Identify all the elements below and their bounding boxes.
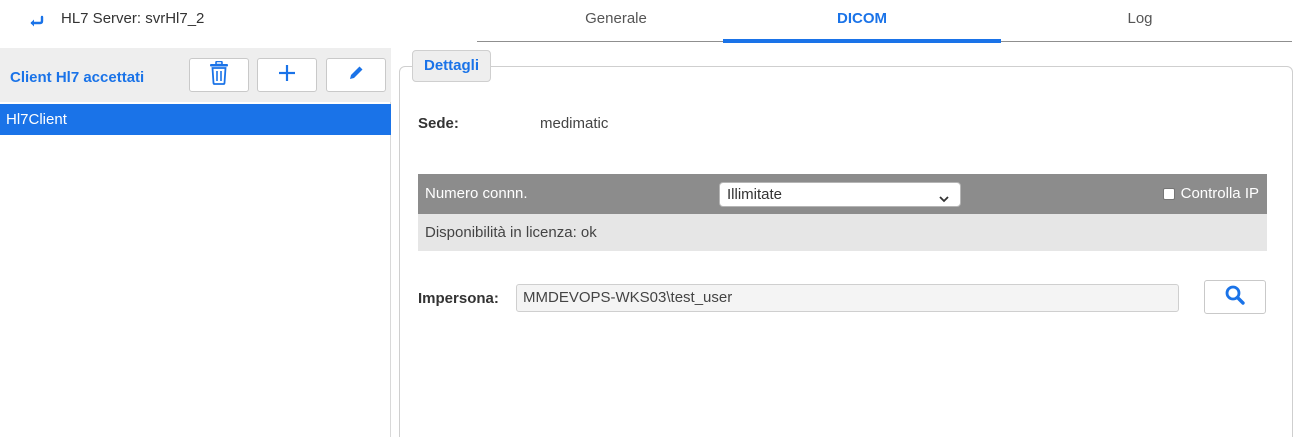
client-list-title: Client Hl7 accettati xyxy=(10,69,145,86)
plus-icon xyxy=(277,63,297,87)
sede-value: medimatic xyxy=(540,115,609,132)
checkbox-box[interactable] xyxy=(1162,187,1175,200)
search-icon xyxy=(1224,284,1246,310)
back-arrow-icon[interactable] xyxy=(27,12,45,30)
client-list-panel: Client Hl7 accettati Hl7Client xyxy=(0,48,391,437)
details-legend: Dettagli xyxy=(412,50,492,82)
controlla-ip-label: Controlla IP xyxy=(1180,185,1259,202)
pencil-icon xyxy=(347,64,365,86)
tab-log[interactable]: Log xyxy=(1001,0,1279,42)
sede-label: Sede: xyxy=(418,115,459,132)
connections-label: Numero connn. xyxy=(425,185,528,202)
add-client-button[interactable] xyxy=(257,58,317,92)
connections-row: Numero connn. Illimitate Controlla IP xyxy=(418,174,1267,214)
chevron-down-icon xyxy=(938,189,950,203)
impersona-label: Impersona: xyxy=(418,290,499,307)
edit-client-button[interactable] xyxy=(326,58,386,92)
tab-bar: Generale DICOM Log xyxy=(477,0,1292,43)
client-list-item[interactable]: Hl7Client xyxy=(0,104,391,135)
tab-generale[interactable]: Generale xyxy=(477,0,755,42)
trash-icon xyxy=(208,60,230,89)
license-availability: Disponibilità in licenza: ok xyxy=(418,214,1267,251)
connections-select-value: Illimitate xyxy=(727,186,783,203)
delete-client-button[interactable] xyxy=(189,58,249,92)
details-panel xyxy=(399,66,1293,437)
connections-select[interactable]: Illimitate xyxy=(719,182,961,207)
controlla-ip-checkbox[interactable]: Controlla IP xyxy=(1162,185,1259,202)
impersona-input[interactable]: MMDEVOPS-WKS03\test_user xyxy=(516,284,1179,312)
server-title: HL7 Server: svrHl7_2 xyxy=(61,10,205,27)
top-bar: HL7 Server: svrHl7_2 Generale DICOM Log xyxy=(0,0,1295,43)
client-list-header: Client Hl7 accettati xyxy=(0,48,391,102)
search-user-button[interactable] xyxy=(1204,280,1266,314)
tab-dicom[interactable]: DICOM xyxy=(723,0,1001,43)
